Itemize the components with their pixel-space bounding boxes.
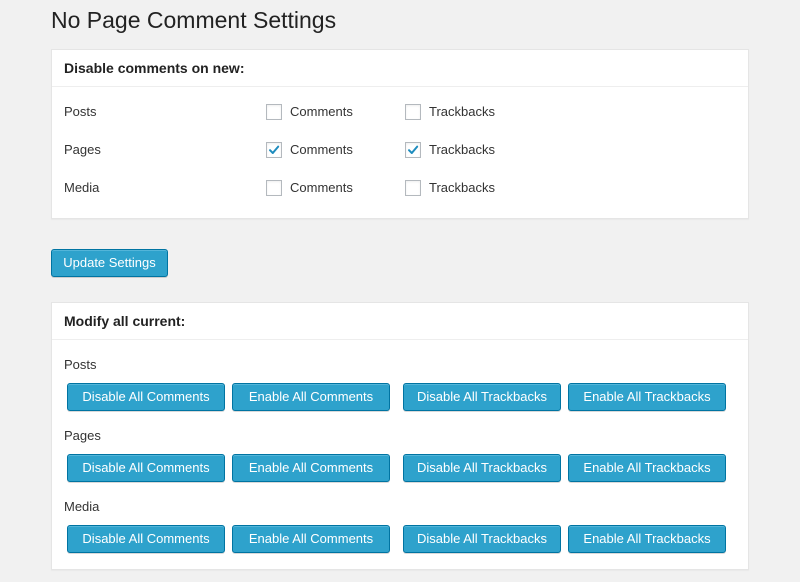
pages-comments-checkbox[interactable] <box>266 142 282 158</box>
media-enable-all-comments-button[interactable]: Enable All Comments <box>232 525 390 553</box>
checkmark-icon <box>408 145 419 154</box>
pages-disable-all-comments-button[interactable]: Disable All Comments <box>67 454 225 482</box>
group-label-media: Media <box>64 499 100 514</box>
disable-new-heading: Disable comments on new: <box>52 50 748 87</box>
row-label: Media <box>64 180 100 195</box>
group-label-pages: Pages <box>64 428 101 443</box>
disable-new-box: Disable comments on new: Posts Comments … <box>51 49 749 219</box>
posts-enable-all-comments-button[interactable]: Enable All Comments <box>232 383 390 411</box>
modify-current-heading: Modify all current: <box>52 303 748 340</box>
checkbox-label[interactable]: Trackbacks <box>429 102 495 122</box>
media-comments-checkbox[interactable] <box>266 180 282 196</box>
row-label: Pages <box>64 142 101 157</box>
group-label-posts: Posts <box>64 357 97 372</box>
posts-disable-all-comments-button[interactable]: Disable All Comments <box>67 383 225 411</box>
checkbox-label[interactable]: Comments <box>290 102 353 122</box>
update-settings-button[interactable]: Update Settings <box>51 249 168 277</box>
checkbox-label[interactable]: Trackbacks <box>429 178 495 198</box>
posts-enable-all-trackbacks-button[interactable]: Enable All Trackbacks <box>568 383 726 411</box>
posts-comments-checkbox[interactable] <box>266 104 282 120</box>
pages-enable-all-comments-button[interactable]: Enable All Comments <box>232 454 390 482</box>
modify-current-box: Modify all current: Posts Disable All Co… <box>51 302 749 570</box>
pages-disable-all-trackbacks-button[interactable]: Disable All Trackbacks <box>403 454 561 482</box>
posts-trackbacks-checkbox[interactable] <box>405 104 421 120</box>
media-disable-all-trackbacks-button[interactable]: Disable All Trackbacks <box>403 525 561 553</box>
row-label: Posts <box>64 104 97 119</box>
media-enable-all-trackbacks-button[interactable]: Enable All Trackbacks <box>568 525 726 553</box>
page-title: No Page Comment Settings <box>51 7 337 33</box>
row-pages: Pages Comments Trackbacks <box>64 140 744 160</box>
media-disable-all-comments-button[interactable]: Disable All Comments <box>67 525 225 553</box>
row-posts: Posts Comments Trackbacks <box>64 102 744 122</box>
pages-trackbacks-checkbox[interactable] <box>405 142 421 158</box>
checkmark-icon <box>269 145 280 154</box>
pages-enable-all-trackbacks-button[interactable]: Enable All Trackbacks <box>568 454 726 482</box>
row-media: Media Comments Trackbacks <box>64 178 744 198</box>
checkbox-label[interactable]: Comments <box>290 140 353 160</box>
checkbox-label[interactable]: Comments <box>290 178 353 198</box>
media-trackbacks-checkbox[interactable] <box>405 180 421 196</box>
checkbox-label[interactable]: Trackbacks <box>429 140 495 160</box>
posts-disable-all-trackbacks-button[interactable]: Disable All Trackbacks <box>403 383 561 411</box>
